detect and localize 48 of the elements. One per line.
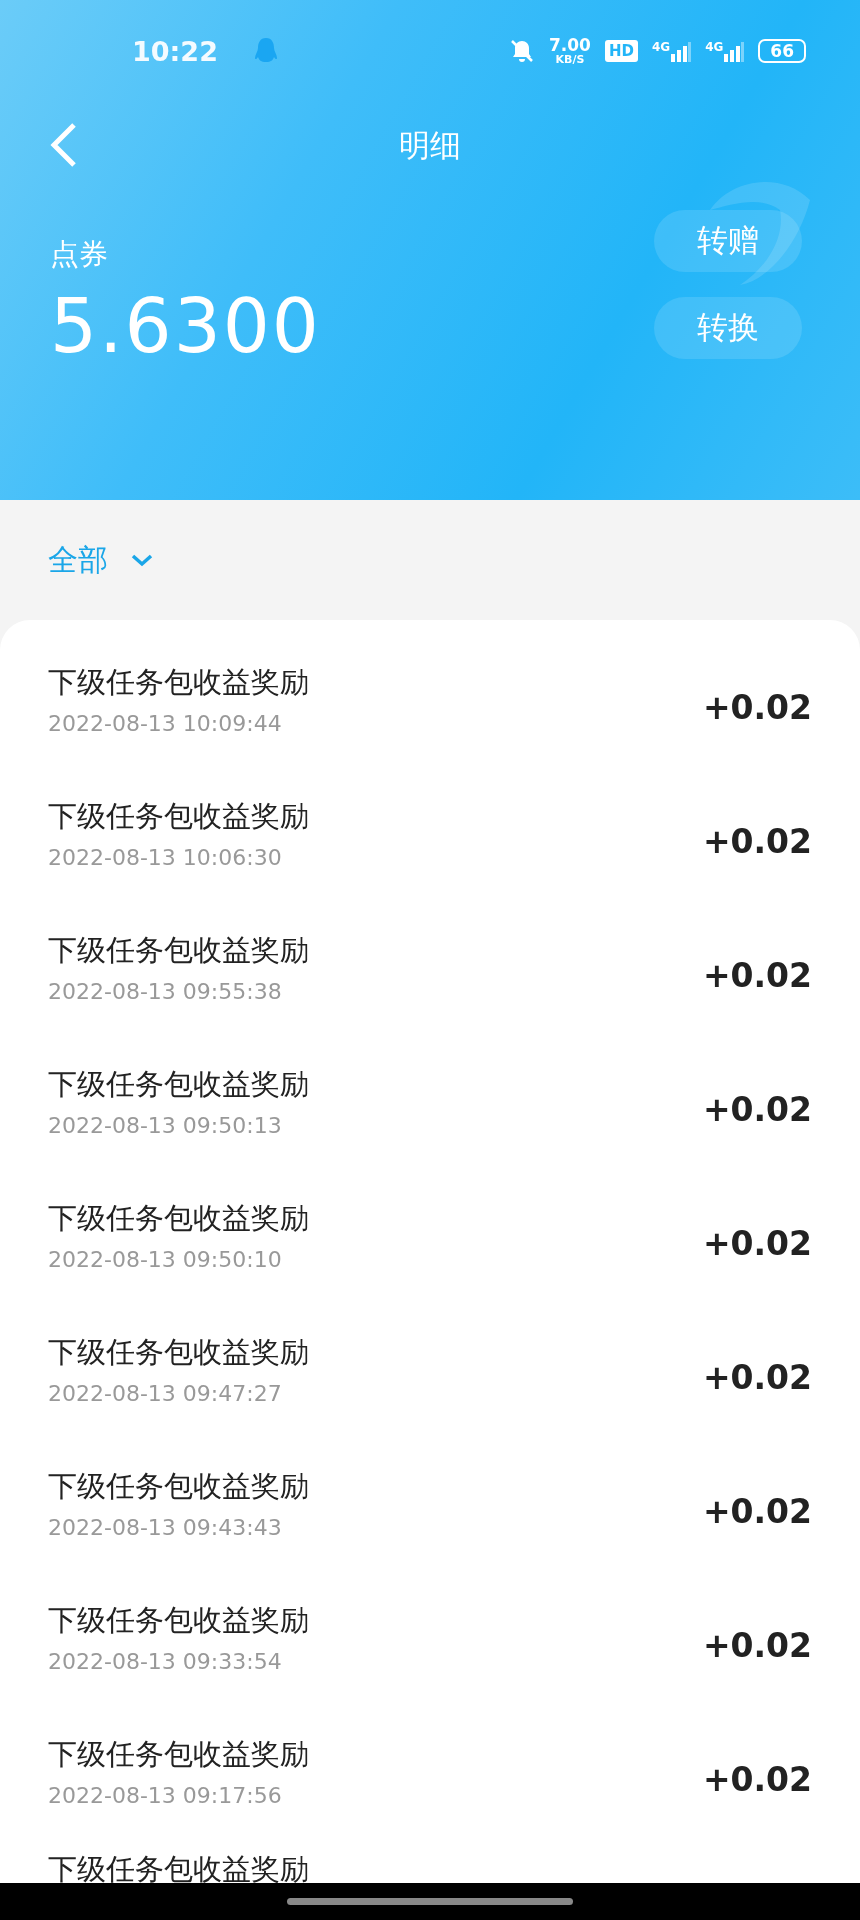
- record-time: 2022-08-13 09:55:38: [48, 978, 283, 1004]
- record-amount: +0.02: [702, 1223, 812, 1263]
- record-time: 2022-08-13 09:17:56: [48, 1782, 283, 1808]
- record-amount: +0.02: [702, 1759, 812, 1799]
- record-amount: +0.02: [702, 687, 812, 727]
- battery-indicator: 66: [758, 39, 806, 63]
- record-title: 下级任务包收益奖励: [48, 1601, 309, 1639]
- signal-icon: [724, 40, 745, 62]
- record-title: 下级任务包收益奖励: [48, 931, 309, 969]
- status-time: 10:22: [132, 35, 218, 67]
- penguin-icon: [253, 37, 278, 65]
- record-amount: +0.02: [702, 1625, 812, 1665]
- record-title: 下级任务包收益奖励: [48, 663, 309, 701]
- filter-dropdown[interactable]: 全部: [48, 539, 154, 581]
- record-amount: +0.02: [702, 821, 812, 861]
- record-title: 下级任务包收益奖励: [48, 1065, 309, 1103]
- hd-badge: HD: [604, 40, 638, 62]
- record-title: 下级任务包收益奖励: [48, 1852, 309, 1886]
- record-title: 下级任务包收益奖励: [48, 1333, 309, 1371]
- back-icon[interactable]: [48, 122, 78, 168]
- speed-unit: KB/S: [555, 54, 585, 65]
- record-amount: +0.02: [702, 1089, 812, 1129]
- record-title: 下级任务包收益奖励: [48, 1199, 309, 1237]
- chevron-down-icon: [130, 553, 154, 567]
- network-label: 4G: [705, 40, 724, 54]
- record-time: 2022-08-13 10:09:44: [48, 710, 283, 736]
- balance-label: 点券: [50, 236, 109, 273]
- record-amount: +0.02: [702, 1491, 812, 1531]
- balance-amount: 5.6300: [50, 283, 321, 369]
- record-time: 2022-08-13 09:33:54: [48, 1648, 283, 1674]
- page-title: 明细: [399, 126, 461, 165]
- record-title: 下级任务包收益奖励: [48, 797, 309, 835]
- signal-icon: [671, 40, 692, 62]
- record-time: 2022-08-13 09:50:10: [48, 1246, 283, 1272]
- record-time: 2022-08-13 09:43:43: [48, 1514, 283, 1540]
- action-button[interactable]: 转换: [654, 297, 802, 359]
- action-button[interactable]: 转赠: [654, 210, 802, 272]
- home-indicator[interactable]: [287, 1898, 573, 1905]
- record-time: 2022-08-13 09:50:13: [48, 1112, 283, 1138]
- bell-muted-icon: [508, 38, 535, 64]
- speed-value: 7.00: [548, 37, 591, 54]
- record-title: 下级任务包收益奖励: [48, 1467, 309, 1505]
- record-time: 2022-08-13 10:06:30: [48, 844, 283, 870]
- network-label: 4G: [651, 40, 671, 54]
- record-amount: +0.02: [702, 955, 812, 995]
- record-title: 下级任务包收益奖励: [48, 1735, 309, 1773]
- record-time: 2022-08-13 09:47:27: [48, 1380, 283, 1406]
- record-amount: +0.02: [702, 1357, 812, 1397]
